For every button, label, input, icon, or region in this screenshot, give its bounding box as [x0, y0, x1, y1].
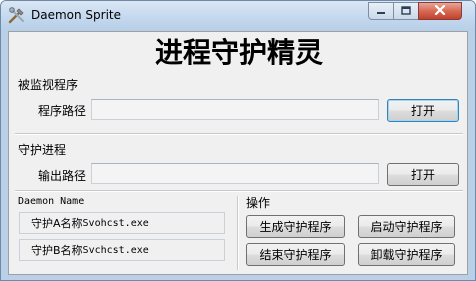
close-icon: [434, 4, 446, 18]
window-title: Daemon Sprite: [31, 8, 122, 22]
operations-group-label: 操作: [246, 196, 271, 210]
end-daemon-button[interactable]: 结束守护程序: [246, 243, 345, 266]
generate-daemon-button[interactable]: 生成守护程序: [246, 215, 345, 238]
output-path-label: 输出路径: [38, 169, 87, 183]
daemon-a-name-field[interactable]: 守护A名称 Svohcst.exe: [19, 212, 225, 234]
daemon-a-name-label: 守护A名称: [31, 217, 83, 230]
open-output-button[interactable]: 打开: [387, 163, 459, 186]
page-title: 进程守护精灵: [154, 36, 323, 69]
wrench-hammer-icon: [8, 7, 26, 25]
output-path-field[interactable]: [91, 163, 379, 184]
minimize-button[interactable]: [368, 2, 394, 20]
program-path-label: 程序路径: [38, 104, 87, 118]
client-area: 进程守护精灵 被监视程序 程序路径 打开 守护进程 输出路径 打开 Daemon…: [8, 31, 468, 275]
start-daemon-button[interactable]: 启动守护程序: [358, 215, 455, 238]
divider: [237, 196, 239, 270]
daemon-b-name-field[interactable]: 守护B名称 Svchcst.exe: [19, 239, 225, 261]
daemon-b-name-value: Svchcst.exe: [82, 244, 149, 256]
minimize-icon: [376, 4, 386, 18]
daemon-group-label: 守护进程: [18, 143, 67, 157]
uninstall-daemon-button[interactable]: 卸载守护程序: [358, 243, 455, 266]
daemon-a-name-value: Svohcst.exe: [82, 217, 149, 229]
open-program-button[interactable]: 打开: [387, 99, 459, 122]
app-window: Daemon Sprite 进程守护精灵 被监视程序 程序路径 打开 守护进程 …: [0, 0, 476, 281]
divider: [15, 133, 463, 135]
program-path-field[interactable]: [91, 99, 379, 120]
monitored-group-label: 被监视程序: [18, 78, 79, 92]
maximize-icon: [401, 4, 411, 18]
close-button[interactable]: [418, 2, 462, 20]
divider: [15, 190, 463, 192]
title-bar[interactable]: Daemon Sprite: [1, 1, 475, 31]
daemon-b-name-label: 守护B名称: [31, 244, 83, 257]
daemon-name-group-label: Daemon Name: [18, 196, 85, 207]
maximize-button[interactable]: [393, 2, 419, 20]
